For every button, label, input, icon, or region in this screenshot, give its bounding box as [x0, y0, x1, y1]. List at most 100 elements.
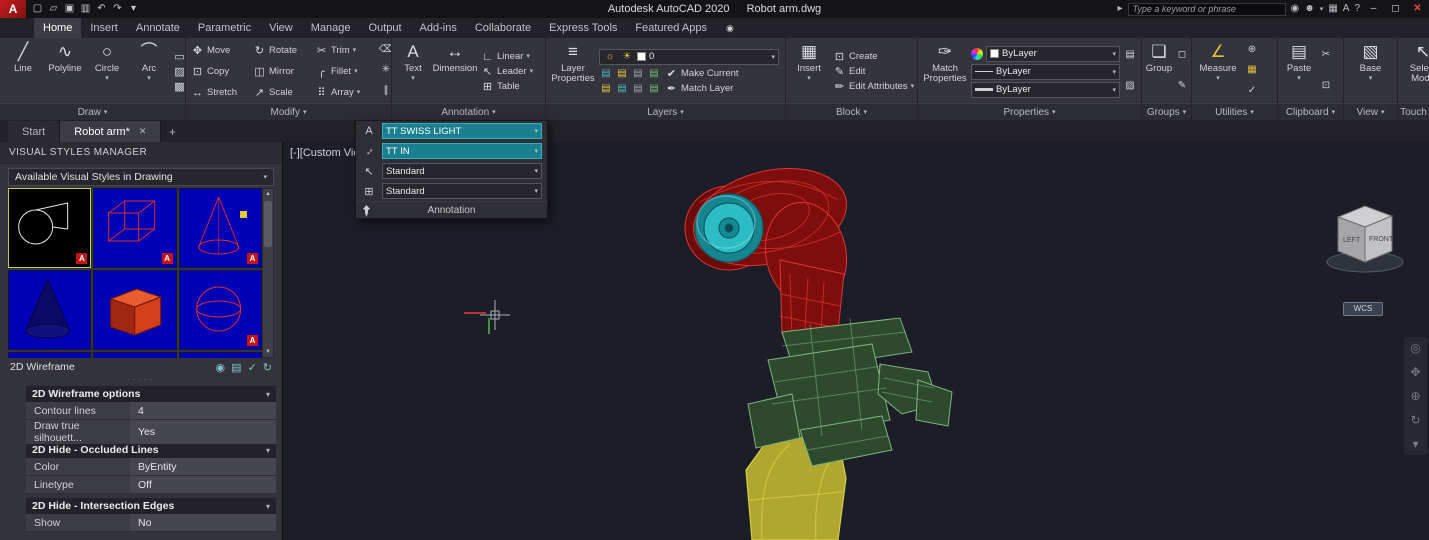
dimension-button[interactable]: ↔ Dimension	[433, 39, 477, 74]
help-icon[interactable]: ?	[1354, 0, 1360, 18]
group-edit-icon[interactable]: ✎	[1178, 80, 1186, 91]
visual-style-thumbnail-shaded-box[interactable]	[93, 270, 176, 350]
apply-style-icon[interactable]: ✓	[248, 361, 257, 374]
quick-select-icon[interactable]: ✓	[1248, 85, 1256, 96]
linetype-dropdown[interactable]: ByLayer ▾	[971, 64, 1120, 80]
id-point-icon[interactable]: ⊕	[1248, 44, 1256, 55]
layer-thaw-all-icon[interactable]: ▤	[615, 83, 629, 94]
panel-label-modify[interactable]: Modify▾	[186, 103, 391, 120]
restore-button[interactable]: ◻	[1387, 0, 1404, 18]
base-view-button[interactable]: ▧ Base ▾	[1351, 39, 1391, 82]
quick-calculator-icon[interactable]: ▦	[1247, 64, 1256, 75]
text-style-dropdown[interactable]: TT SWISS LIGHT ▾	[382, 123, 542, 139]
paste-button[interactable]: ▤ Paste ▾	[1281, 39, 1317, 82]
visual-style-thumbnail-partial[interactable]	[93, 352, 176, 358]
measure-button[interactable]: ∠ Measure ▾	[1195, 39, 1241, 82]
viewcube[interactable]: LEFT FRONT	[1327, 206, 1403, 272]
property-row-contour-lines[interactable]: Contour lines 4	[26, 402, 276, 420]
panel-label-view[interactable]: View▾	[1344, 103, 1397, 120]
ungroup-icon[interactable]: ◻	[1178, 49, 1186, 60]
object-color-dropdown[interactable]: ByLayer ▾	[986, 46, 1120, 62]
match-properties-button[interactable]: ✑ Match Properties	[921, 39, 969, 84]
undo-icon[interactable]: ↶	[94, 0, 109, 18]
wcs-button[interactable]: WCS	[1343, 302, 1383, 316]
app-menu-button[interactable]: A	[0, 0, 26, 18]
select-mode-button[interactable]: ↖ Select Mode	[1401, 39, 1429, 84]
cut-icon[interactable]: ✂	[1322, 49, 1330, 60]
open-icon[interactable]: ▱	[46, 0, 61, 18]
new-icon[interactable]: ▢	[30, 0, 45, 18]
match-layer-button[interactable]: ✒Match Layer	[663, 82, 735, 95]
tab-output[interactable]: Output	[360, 18, 411, 38]
offset-icon[interactable]: ∥	[384, 85, 389, 96]
palette-drag-handle[interactable]: ·····	[0, 376, 282, 386]
tab-view[interactable]: View	[260, 18, 302, 38]
layer-dropdown[interactable]: ☼ ☀ 0 ▾	[599, 49, 779, 65]
move-button[interactable]: ✥Move	[189, 40, 251, 61]
leader-button[interactable]: ↖Leader▾	[479, 65, 535, 78]
available-styles-dropdown[interactable]: Available Visual Styles in Drawing ▾	[8, 168, 274, 186]
redo-icon[interactable]: ↷	[110, 0, 125, 18]
transparency-icon[interactable]: ▨	[1125, 80, 1134, 91]
visual-style-thumbnail-hidden-cone[interactable]	[8, 270, 91, 350]
panel-label-touch[interactable]: Touch	[1398, 103, 1429, 120]
rotate-button[interactable]: ↻Rotate	[251, 40, 313, 61]
viewcube-left-label[interactable]: LEFT	[1343, 237, 1361, 244]
drawing-area[interactable]: [-][Custom View	[0, 142, 1429, 540]
edit-block-button[interactable]: ✎Edit	[831, 65, 916, 78]
section-intersection-edges[interactable]: 2D Hide - Intersection Edges ▾	[26, 498, 276, 514]
visual-style-thumbnail-partial[interactable]	[179, 352, 262, 358]
explode-icon[interactable]: ✳	[382, 64, 390, 75]
visual-style-thumbnail-partial[interactable]	[8, 352, 91, 358]
minimize-button[interactable]: –	[1365, 0, 1382, 18]
app-store-icon[interactable]: ▦	[1328, 0, 1337, 18]
hatch-button[interactable]: ▨▾	[171, 65, 186, 78]
export-style-icon[interactable]: ▤	[231, 361, 241, 374]
visual-style-thumbnail-wireframe-cone[interactable]: A	[179, 188, 262, 268]
trim-button[interactable]: ✂Trim▾	[313, 40, 375, 61]
copy-clip-icon[interactable]: ⊡	[1322, 80, 1330, 91]
copy-button[interactable]: ⊡Copy	[189, 61, 251, 82]
qat-customize-icon[interactable]: ▾	[126, 0, 141, 18]
tab-insert[interactable]: Insert	[81, 18, 127, 38]
scroll-down-icon[interactable]: ▼	[265, 347, 271, 357]
panel-label-utilities[interactable]: Utilities▾	[1192, 103, 1277, 120]
property-row-linetype[interactable]: Linetype Off	[26, 476, 276, 494]
stretch-button[interactable]: ↔Stretch	[189, 82, 251, 103]
polyline-button[interactable]: ∿ Polyline	[45, 39, 85, 74]
array-button[interactable]: ⠿Array▾	[313, 82, 375, 103]
sign-in-dropdown-icon[interactable]: ▾	[1320, 6, 1324, 13]
tab-annotate[interactable]: Annotate	[127, 18, 189, 38]
tab-add-ins[interactable]: Add-ins	[411, 18, 466, 38]
new-drawing-tab-button[interactable]: +	[161, 121, 183, 142]
multileader-style-dropdown[interactable]: Standard ▾	[382, 163, 542, 179]
edit-attributes-button[interactable]: ✏Edit Attributes▾	[831, 80, 916, 93]
table-button[interactable]: ⊞Table	[479, 80, 535, 93]
layer-off-icon[interactable]: ▤	[599, 68, 613, 79]
layer-isolate-icon[interactable]: ▤	[615, 68, 629, 79]
panel-label-annotation[interactable]: Annotation▾	[392, 103, 545, 120]
circle-button[interactable]: ○ Circle ▾	[87, 39, 127, 82]
help-search-input[interactable]	[1128, 3, 1286, 16]
layer-properties-button[interactable]: ≡ Layer Properties	[549, 39, 597, 84]
style-options-icon[interactable]: ↻	[263, 361, 272, 374]
scale-button[interactable]: ↗Scale	[251, 82, 313, 103]
close-button[interactable]: ✕	[1409, 0, 1426, 18]
search-arrow-icon[interactable]: ▸	[1118, 0, 1123, 18]
tab-manage[interactable]: Manage	[302, 18, 360, 38]
rectangle-button[interactable]: ▭▾	[171, 50, 186, 63]
tab-collaborate[interactable]: Collaborate	[466, 18, 540, 38]
panel-label-clipboard[interactable]: Clipboard▾	[1278, 103, 1343, 120]
lineweight-dropdown[interactable]: ByLayer ▾	[971, 82, 1120, 98]
panel-label-properties[interactable]: Properties▾	[918, 103, 1141, 120]
layer-walk-icon[interactable]: ▤	[647, 83, 661, 94]
tab-featured-apps[interactable]: Featured Apps	[626, 18, 716, 38]
section-2d-wireframe-options[interactable]: 2D Wireframe options ▾	[26, 386, 276, 402]
group-button[interactable]: ❏ Group	[1143, 39, 1175, 74]
create-style-icon[interactable]: ◉	[216, 361, 226, 374]
zoom-icon[interactable]: ⊕	[1410, 389, 1420, 403]
panel-label-draw[interactable]: Draw▾	[0, 103, 185, 120]
erase-icon[interactable]: ⌫	[379, 44, 392, 55]
fillet-button[interactable]: ╭Fillet▾	[313, 61, 375, 82]
visual-style-thumbnail-2d-wireframe[interactable]: A	[8, 188, 91, 268]
